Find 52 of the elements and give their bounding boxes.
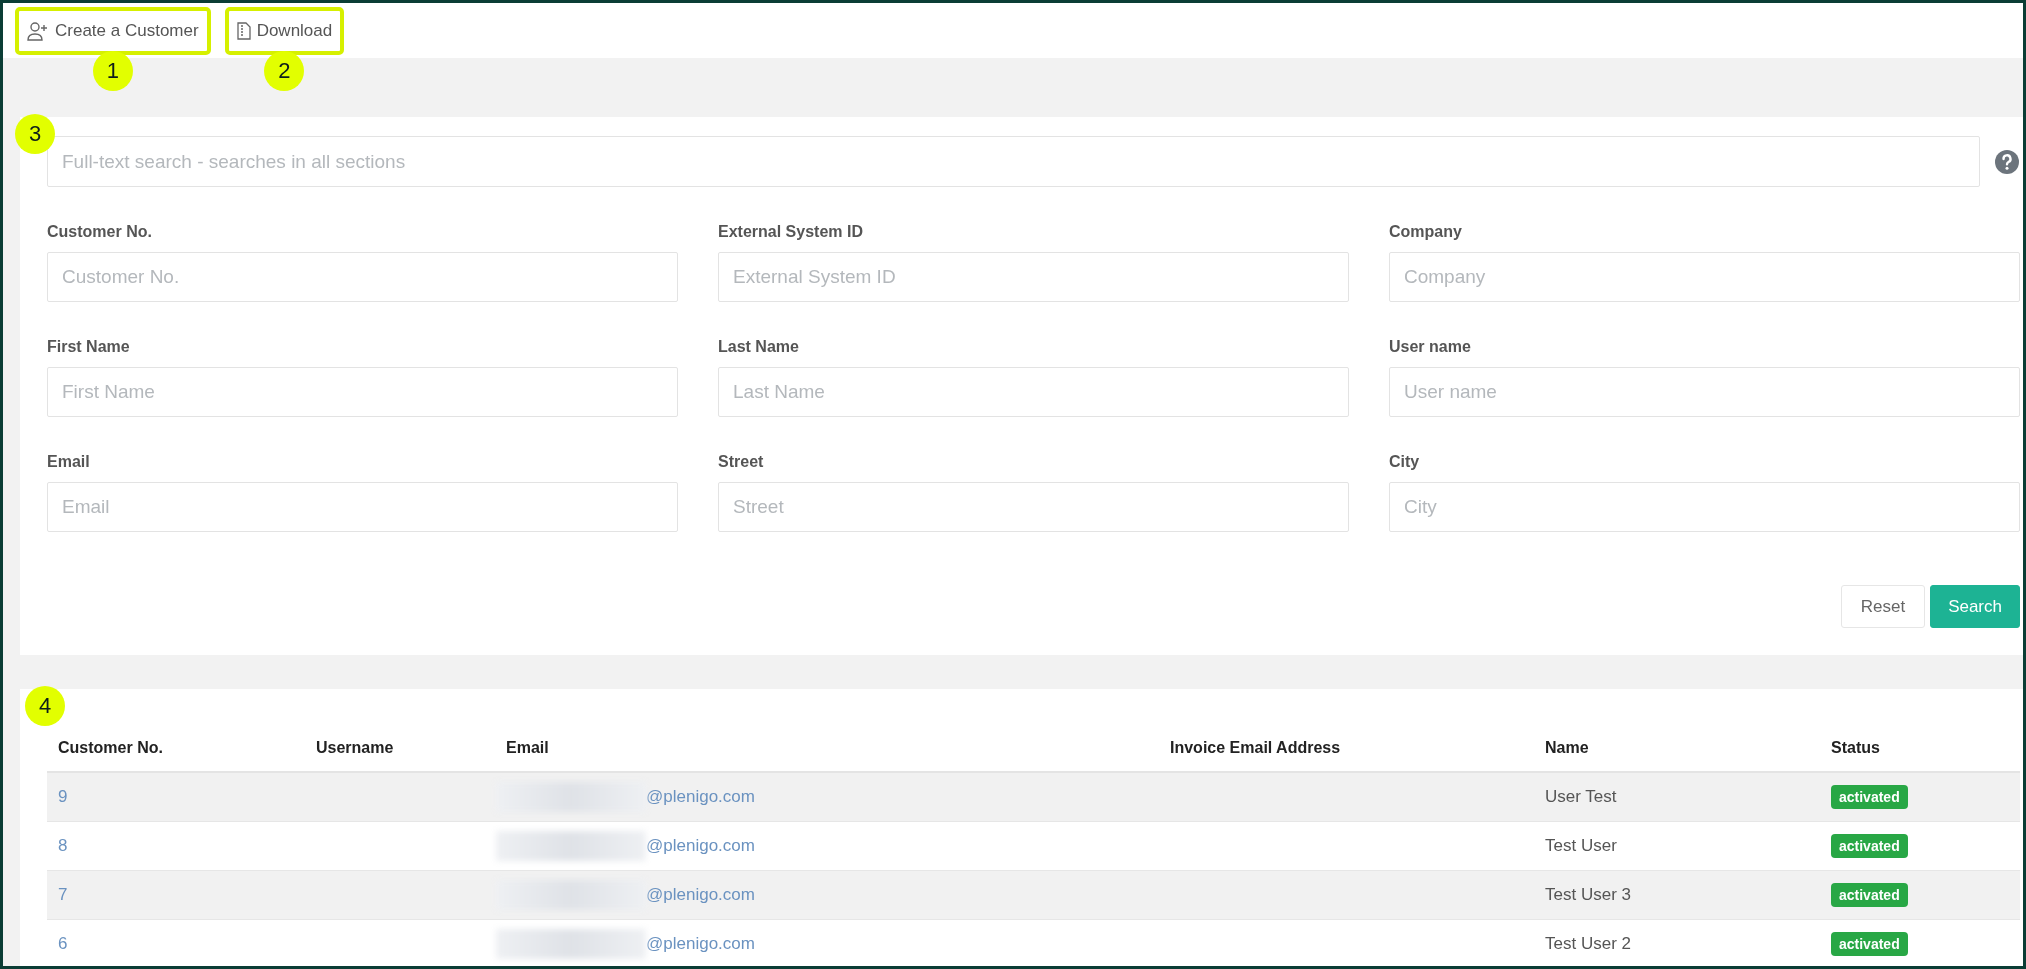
customer-link[interactable]: 8 (58, 835, 68, 855)
status-badge: activated (1831, 931, 1908, 956)
field-label: User name (1389, 337, 1472, 357)
field-label: City (1389, 452, 1421, 472)
input-field[interactable]: Customer No. (47, 252, 678, 302)
file-icon (236, 21, 251, 40)
email-link[interactable]: @plenigo.com (646, 884, 755, 905)
status-badge: activated (1831, 833, 1908, 858)
column-header: Username (316, 739, 394, 756)
input-field[interactable]: City (1389, 482, 2020, 532)
input-field[interactable]: Street (718, 482, 1349, 532)
customer-link[interactable]: 7 (58, 884, 68, 904)
field-label: Last Name (718, 337, 800, 357)
field-label: Email (47, 452, 91, 472)
status-badge: activated (1831, 784, 1908, 809)
field-label: Street (718, 452, 765, 472)
search-button[interactable]: Search (1930, 585, 2020, 628)
field-label: Customer No. (47, 222, 153, 242)
input-field[interactable]: User name (1389, 367, 2020, 417)
field-label: External System ID (718, 222, 864, 242)
add-user-icon (27, 20, 49, 41)
field-label: Company (1389, 222, 1463, 242)
input-field[interactable]: Last Name (718, 367, 1349, 417)
toolbar-button[interactable]: Create a Customer (15, 6, 211, 55)
name-text: User Test (1545, 786, 1617, 806)
email-link[interactable]: @plenigo.com (646, 786, 755, 807)
email-link[interactable]: @plenigo.com (646, 835, 755, 856)
name-text: Test User 3 (1545, 884, 1631, 904)
email-link[interactable]: @plenigo.com (646, 933, 755, 954)
column-header: Name (1545, 739, 1589, 756)
reset-button[interactable]: Reset (1840, 585, 1926, 628)
column-header: Email (506, 739, 549, 756)
annotation-badge: 2 (264, 50, 305, 91)
annotation-badge: 4 (25, 686, 65, 726)
search-field[interactable]: Full-text search - searches in all sections (47, 136, 1980, 187)
column-header: Status (1831, 739, 1880, 756)
annotation-badge: 3 (15, 114, 55, 154)
status-badge: activated (1831, 882, 1908, 907)
input-field[interactable]: First Name (47, 367, 678, 417)
name-text: Test User 2 (1545, 933, 1631, 953)
column-header: Customer No. (58, 739, 163, 756)
name-text: Test User (1545, 835, 1617, 855)
input-field[interactable]: External System ID (718, 252, 1349, 302)
toolbar-button[interactable]: Download (224, 6, 345, 55)
input-field[interactable]: Company (1389, 252, 2020, 302)
input-field[interactable]: Email (47, 482, 678, 532)
help-icon[interactable] (1994, 148, 2020, 175)
customer-link[interactable]: 9 (58, 786, 68, 806)
customer-link[interactable]: 6 (58, 933, 68, 953)
annotation-badge: 1 (92, 50, 133, 91)
column-header: Invoice Email Address (1170, 739, 1341, 756)
field-label: First Name (47, 337, 131, 357)
